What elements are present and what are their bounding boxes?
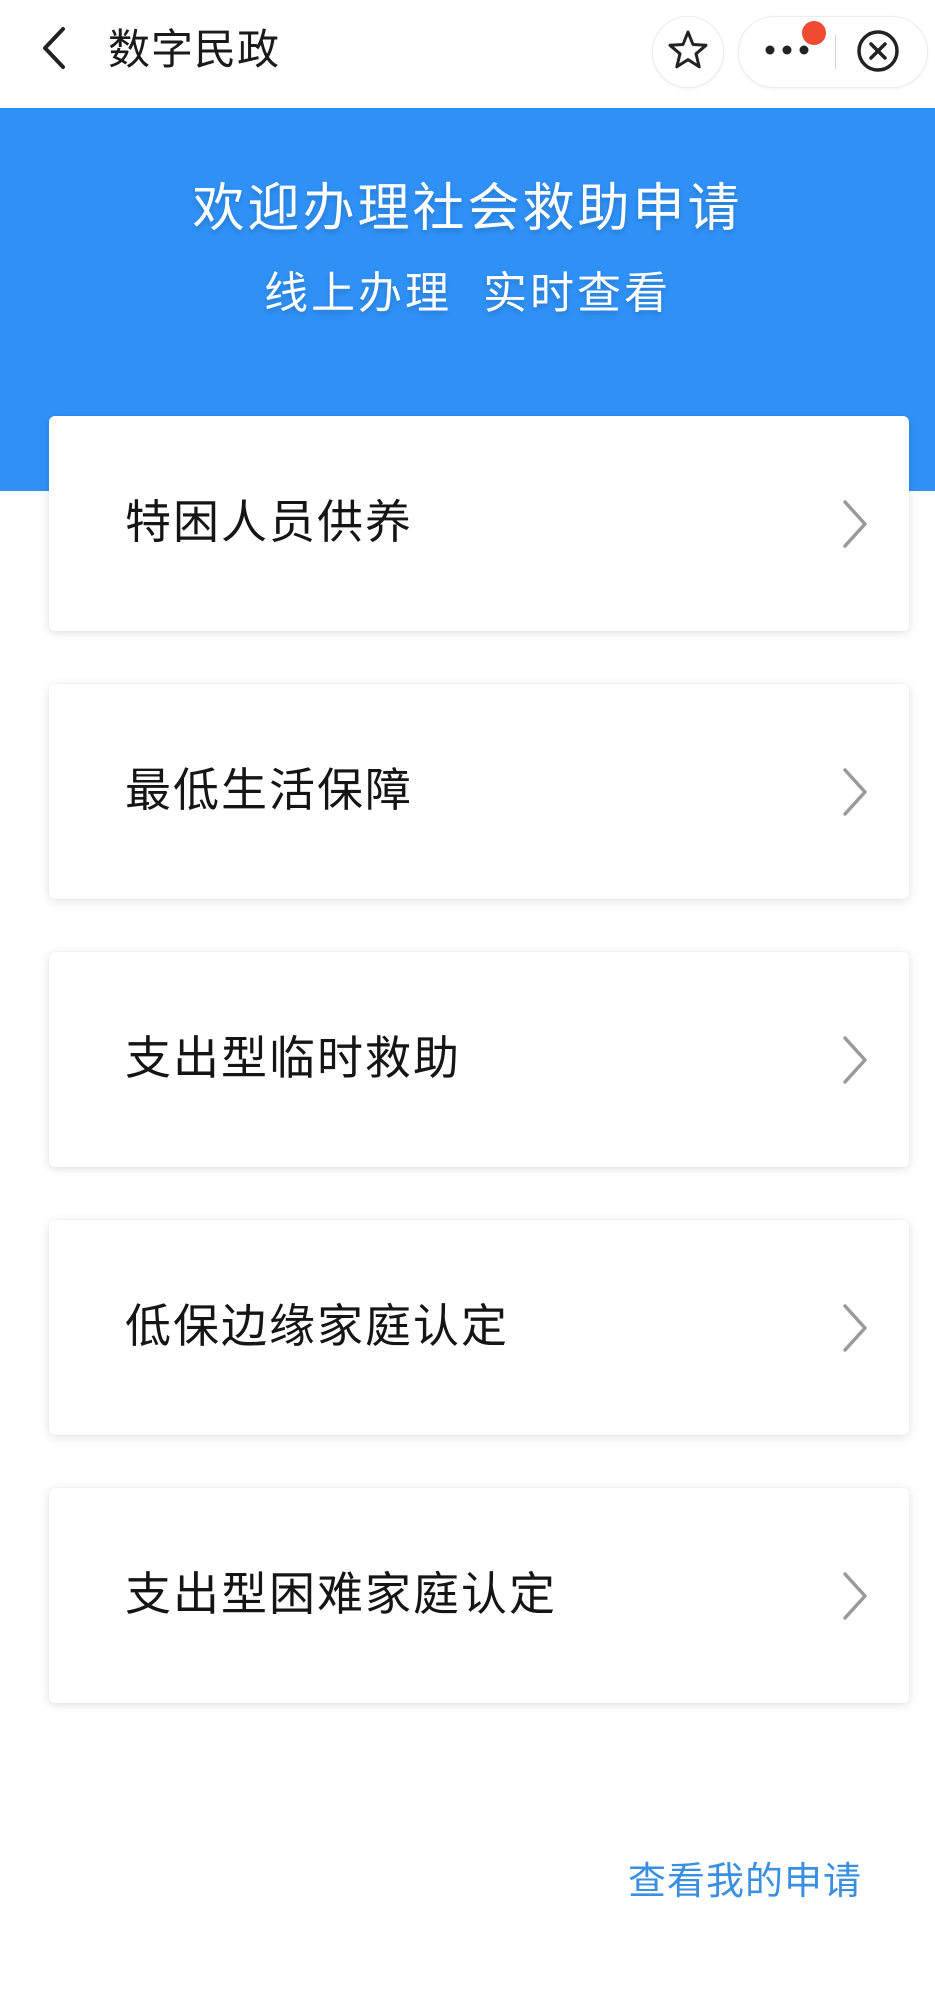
- service-card-label: 支出型困难家庭认定: [125, 1567, 557, 1621]
- favorite-button[interactable]: [652, 16, 724, 88]
- service-card-minimum-living-security[interactable]: 最低生活保障: [49, 684, 909, 899]
- banner-title: 欢迎办理社会救助申请: [192, 179, 743, 239]
- more-horizontal-icon: [761, 42, 813, 62]
- back-button[interactable]: [28, 20, 80, 80]
- close-circle-icon: [855, 28, 901, 78]
- mini-program-capsule: [738, 16, 928, 88]
- close-button[interactable]: [849, 24, 907, 82]
- service-card-label: 支出型临时救助: [125, 1031, 461, 1085]
- chevron-right-icon: [843, 500, 867, 548]
- service-card-label: 低保边缘家庭认定: [125, 1299, 509, 1353]
- star-icon: [666, 28, 710, 76]
- view-my-applications-link[interactable]: 查看我的申请: [628, 1856, 862, 1906]
- service-card-label: 特困人员供养: [125, 495, 413, 549]
- page-title: 数字民政: [108, 25, 281, 74]
- service-card-expenditure-temporary-assistance[interactable]: 支出型临时救助: [49, 952, 909, 1167]
- service-card-special-hardship-support[interactable]: 特困人员供养: [49, 416, 909, 631]
- service-card-low-income-marginal-family[interactable]: 低保边缘家庭认定: [49, 1220, 909, 1435]
- service-card-label: 最低生活保障: [125, 763, 413, 817]
- banner-subtitle: 线上办理 实时查看: [264, 268, 671, 319]
- chevron-right-icon: [843, 1572, 867, 1620]
- chevron-left-icon: [37, 23, 71, 77]
- service-card-expenditure-hardship-family[interactable]: 支出型困难家庭认定: [49, 1488, 909, 1703]
- notification-dot: [802, 21, 826, 45]
- top-navigation-bar: 数字民政: [0, 0, 935, 108]
- chevron-right-icon: [843, 1036, 867, 1084]
- chevron-right-icon: [843, 1304, 867, 1352]
- capsule-divider: [835, 35, 836, 69]
- chevron-right-icon: [843, 768, 867, 816]
